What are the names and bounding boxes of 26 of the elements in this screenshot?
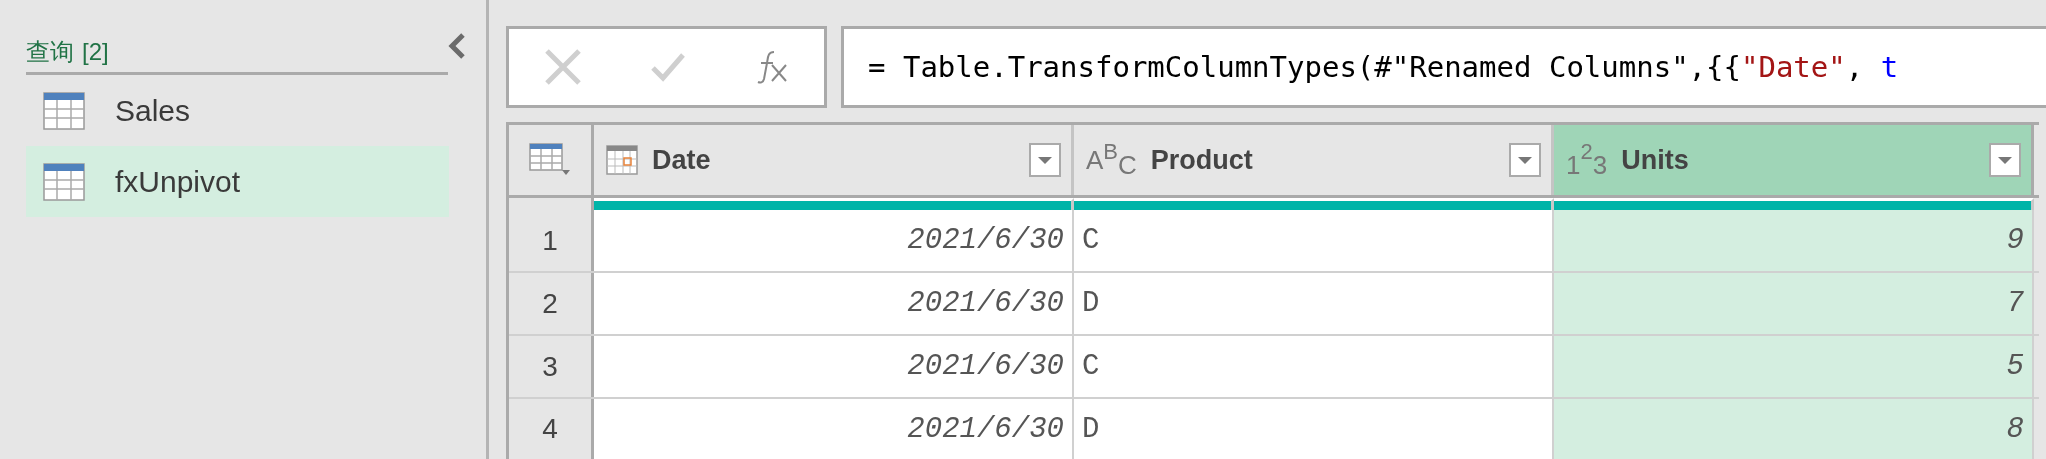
table-cell: 7 xyxy=(1554,273,2034,334)
table-cell: 2021/6/30 xyxy=(594,336,1074,397)
formula-field[interactable]: = Table.TransformColumnTypes(#"Renamed Columns",{{"Date", t xyxy=(841,26,2046,108)
table-cell: 2021/6/30 xyxy=(594,273,1074,334)
table-cell: 5 xyxy=(1554,336,2034,397)
table-menu-icon[interactable] xyxy=(529,143,571,177)
table-cell: C xyxy=(1074,336,1554,397)
table-icon xyxy=(43,162,85,201)
query-item[interactable]: fxUnpivot xyxy=(26,146,449,217)
table-cell: 9 xyxy=(1554,210,2034,271)
table-cell: 2021/6/30 xyxy=(594,210,1074,271)
table-cell: 2021/6/30 xyxy=(594,399,1074,459)
queries-title: 查询 xyxy=(26,37,74,68)
check-icon[interactable] xyxy=(650,51,687,83)
dropdown-icon[interactable] xyxy=(1029,143,1061,177)
table-cell: D xyxy=(1074,273,1554,334)
collapse-icon[interactable] xyxy=(448,32,466,59)
table-icon xyxy=(43,91,85,130)
query-count: [2] xyxy=(82,38,109,66)
query-item[interactable]: Sales xyxy=(26,75,449,146)
dropdown-icon[interactable] xyxy=(1989,143,2021,177)
table-cell: C xyxy=(1074,210,1554,271)
calendar-icon xyxy=(606,145,638,175)
dropdown-icon[interactable] xyxy=(1509,143,1541,177)
table-cell: 8 xyxy=(1554,399,2034,459)
table-cell: D xyxy=(1074,399,1554,459)
